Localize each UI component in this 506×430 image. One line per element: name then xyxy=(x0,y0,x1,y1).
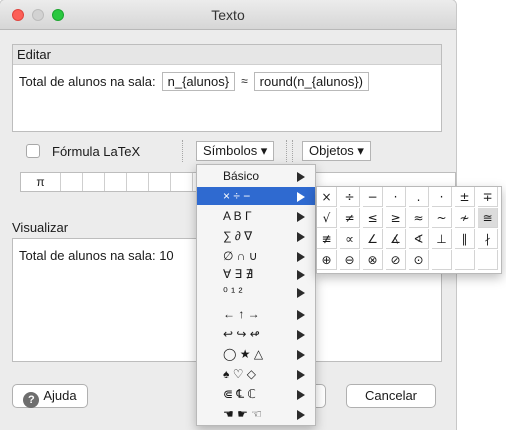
symbol-angle[interactable]: ∠ xyxy=(363,229,383,249)
symbol-plus-minus[interactable]: ± xyxy=(455,187,475,207)
toolbar-separator xyxy=(286,140,287,162)
symbol-parallel[interactable]: ∥ xyxy=(455,229,475,249)
submenu-arrow-icon xyxy=(297,310,305,320)
submenu-arrow-icon xyxy=(297,172,305,182)
submenu-arrow-icon xyxy=(297,350,305,360)
symbol-measured-angle[interactable]: ∡ xyxy=(386,229,406,249)
symbol-category-hands[interactable]: ☚ ☛ ☜ xyxy=(197,405,315,423)
symbol-sqrt[interactable]: √ xyxy=(317,208,337,228)
window-title: Texto xyxy=(211,7,245,23)
symbol-category-calculus[interactable]: ∑ ∂ ∇ xyxy=(197,227,315,245)
symbol-spherical-angle[interactable]: ∢ xyxy=(409,229,429,249)
symbol-divide[interactable]: ÷ xyxy=(340,187,360,207)
symbol-congruent[interactable]: ≅ xyxy=(478,208,498,228)
symbol-tilde[interactable]: ~ xyxy=(432,208,452,228)
symbol-grid-empty xyxy=(455,250,475,270)
symbol-category-greek[interactable]: A B Γ xyxy=(197,207,315,225)
submenu-arrow-icon xyxy=(297,370,305,380)
symbol-category-logic[interactable]: ∀ ∃ ∄ xyxy=(197,265,315,283)
symbol-not-tilde[interactable]: ≁ xyxy=(455,208,475,228)
submenu-arrow-icon xyxy=(297,288,305,298)
symbol-circled-slash[interactable]: ⊘ xyxy=(386,250,406,270)
symbol-strip-cell[interactable] xyxy=(149,173,171,191)
dynamic-field-round[interactable]: round(n_{alunos}) xyxy=(253,71,370,91)
submenu-arrow-icon xyxy=(297,232,305,242)
help-button[interactable]: ? Ajuda xyxy=(12,384,88,408)
symbol-category-cards[interactable]: ♠ ♡ ◇ xyxy=(197,365,315,383)
help-button-label: Ajuda xyxy=(43,388,77,403)
symbol-category-misc[interactable]: ⋐ ℄ ℂ xyxy=(197,385,315,403)
symbol-strip-cell[interactable] xyxy=(105,173,127,191)
symbol-middle-dot[interactable]: · xyxy=(386,187,406,207)
submenu-arrow-icon xyxy=(297,330,305,340)
help-icon: ? xyxy=(23,392,40,408)
objects-menu-button[interactable]: Objetos ▾ xyxy=(302,141,371,161)
editor-section-title: Editar xyxy=(13,45,441,65)
symbol-pi-button[interactable]: π xyxy=(21,173,61,191)
symbol-dot[interactable]: · xyxy=(432,187,452,207)
symbol-times[interactable]: × xyxy=(317,187,337,207)
symbol-category-basic[interactable]: Básico xyxy=(197,167,315,185)
symbol-does-not-divide[interactable]: ∤ xyxy=(478,229,498,249)
toolbar-separator xyxy=(292,140,293,162)
symbol-not-equal[interactable]: ≠ xyxy=(340,208,360,228)
toolbar-separator xyxy=(182,140,183,162)
symbol-strip-cell[interactable] xyxy=(61,173,83,191)
symbols-dropdown-menu: Básico × ÷ − A B Γ ∑ ∂ ∇ ∅ ∩ ∪ ∀ ∃ ∄ ⁰ ¹… xyxy=(196,164,316,426)
symbol-minus[interactable]: − xyxy=(363,187,383,207)
symbol-minus-plus[interactable]: ∓ xyxy=(478,187,498,207)
symbol-category-hook-arrows[interactable]: ↩ ↪ ↫ xyxy=(197,325,315,343)
editor-expression-line[interactable]: Total de alunos na sala: n_{alunos} ≈ ro… xyxy=(19,71,370,91)
symbol-strip-cell[interactable] xyxy=(83,173,105,191)
symbol-approx[interactable]: ≈ xyxy=(409,208,429,228)
dynamic-field-n-alunos[interactable]: n_{alunos} xyxy=(161,71,236,91)
symbol-circled-minus[interactable]: ⊖ xyxy=(340,250,360,270)
submenu-arrow-icon xyxy=(297,252,305,262)
submenu-arrow-icon xyxy=(297,212,305,222)
symbol-strip-cell[interactable] xyxy=(127,173,149,191)
symbol-circled-dot[interactable]: ⊙ xyxy=(409,250,429,270)
submenu-arrow-icon xyxy=(297,410,305,420)
preview-section-title: Visualizar xyxy=(12,220,69,235)
submenu-arrow-icon xyxy=(297,390,305,400)
editor-panel[interactable]: Editar Total de alunos na sala: n_{aluno… xyxy=(12,44,442,132)
symbol-perpendicular[interactable]: ⊥ xyxy=(432,229,452,249)
operator-symbol-grid: × ÷ − · . · ± ∓ √ ≠ ≤ ≥ ≈ ~ ≁ ≅ ≢ ∝ ∠ ∡ … xyxy=(316,186,502,274)
latex-toolbar: Fórmula LaTeX Símbolos ▾ Objetos ▾ xyxy=(12,140,442,164)
symbol-category-arrows[interactable]: ← ↑ → xyxy=(197,305,315,323)
symbol-less-equal[interactable]: ≤ xyxy=(363,208,383,228)
latex-label: Fórmula LaTeX xyxy=(52,144,141,159)
approx-symbol: ≈ xyxy=(241,74,248,88)
submenu-arrow-icon xyxy=(297,192,305,202)
symbol-circled-plus[interactable]: ⊕ xyxy=(317,250,337,270)
title-bar: Texto xyxy=(0,0,456,30)
symbol-grid-empty xyxy=(432,250,452,270)
symbol-grid-empty xyxy=(478,250,498,270)
latex-checkbox[interactable] xyxy=(26,144,40,158)
symbol-period[interactable]: . xyxy=(409,187,429,207)
symbol-proportional[interactable]: ∝ xyxy=(340,229,360,249)
symbol-not-identical[interactable]: ≢ xyxy=(317,229,337,249)
symbol-strip-cell[interactable] xyxy=(171,173,193,191)
cancel-button[interactable]: Cancelar xyxy=(346,384,436,408)
symbol-category-superscripts[interactable]: ⁰ ¹ ² xyxy=(197,283,315,301)
submenu-arrow-icon xyxy=(297,270,305,280)
symbol-category-operators[interactable]: × ÷ − xyxy=(197,187,315,205)
symbol-category-sets[interactable]: ∅ ∩ ∪ xyxy=(197,247,315,265)
symbols-menu-button[interactable]: Símbolos ▾ xyxy=(196,141,275,161)
editor-prefix-text: Total de alunos na sala: xyxy=(19,73,156,89)
symbol-category-shapes[interactable]: ◯ ★ △ xyxy=(197,345,315,363)
preview-text: Total de alunos na sala: 10 xyxy=(19,248,174,263)
symbol-circled-times[interactable]: ⊗ xyxy=(363,250,383,270)
symbol-greater-equal[interactable]: ≥ xyxy=(386,208,406,228)
